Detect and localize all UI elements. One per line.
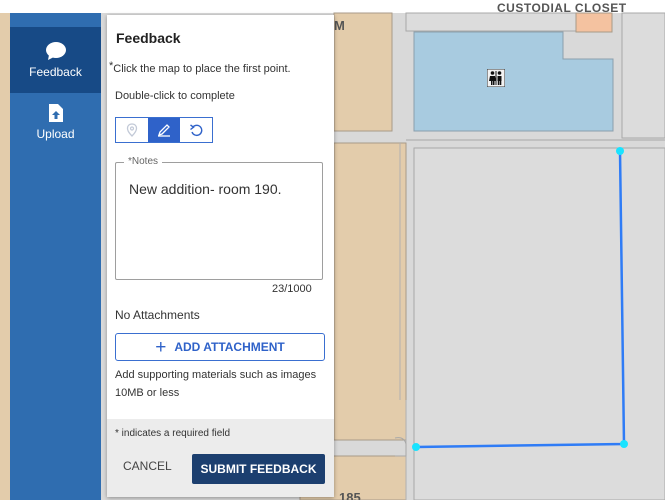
file-upload-icon [48,104,63,122]
add-attachment-button[interactable]: + ADD ATTACHMENT [115,333,325,361]
restroom-icon [487,69,505,87]
map-pin-icon [126,123,138,137]
notes-character-counter: 23/1000 [272,283,312,295]
attachments-status: No Attachments [115,308,200,322]
undo-button[interactable] [180,118,212,142]
add-attachment-label: ADD ATTACHMENT [174,340,285,354]
map-label-room-fragment: M [334,18,345,33]
required-asterisk: * [109,60,114,72]
undo-icon [190,124,203,137]
feedback-panel: Feedback *Click the map to place the fir… [107,15,334,497]
instruction-place-point: *Click the map to place the first point. [109,60,291,75]
submit-feedback-button[interactable]: SUBMIT FEEDBACK [192,454,325,484]
point-tool-button[interactable] [116,118,148,142]
plus-icon: + [155,336,167,358]
drawing-tools [115,117,213,143]
notes-value[interactable]: New addition- room 190. [129,181,282,197]
instruction-double-click: Double-click to complete [115,90,235,102]
map-label-closet: CUSTODIAL CLOSET [497,1,627,15]
chat-bubble-icon [45,42,66,60]
panel-footer: * indicates a required field CANCEL SUBM… [107,419,334,497]
cancel-button[interactable]: CANCEL [123,459,172,473]
toolbar-upload-button[interactable]: Upload [10,93,101,151]
panel-title: Feedback [116,30,181,46]
toolbar-feedback-button[interactable]: Feedback [10,27,101,93]
notes-textarea[interactable]: *Notes New addition- room 190. [115,156,323,280]
required-field-note: * indicates a required field [115,428,231,439]
toolbar-upload-label: Upload [36,127,75,141]
toolbar-feedback-label: Feedback [29,65,82,79]
draw-tool-button[interactable] [148,118,180,142]
left-toolbar: Feedback Upload [10,13,101,500]
map-label-room-185: 185 [339,490,361,500]
notes-label: *Notes [124,156,163,167]
attachment-help-text: Add supporting materials such as images … [115,369,317,399]
pencil-icon [157,124,170,137]
instruction-text: Click the map to place the first point. [113,63,291,75]
